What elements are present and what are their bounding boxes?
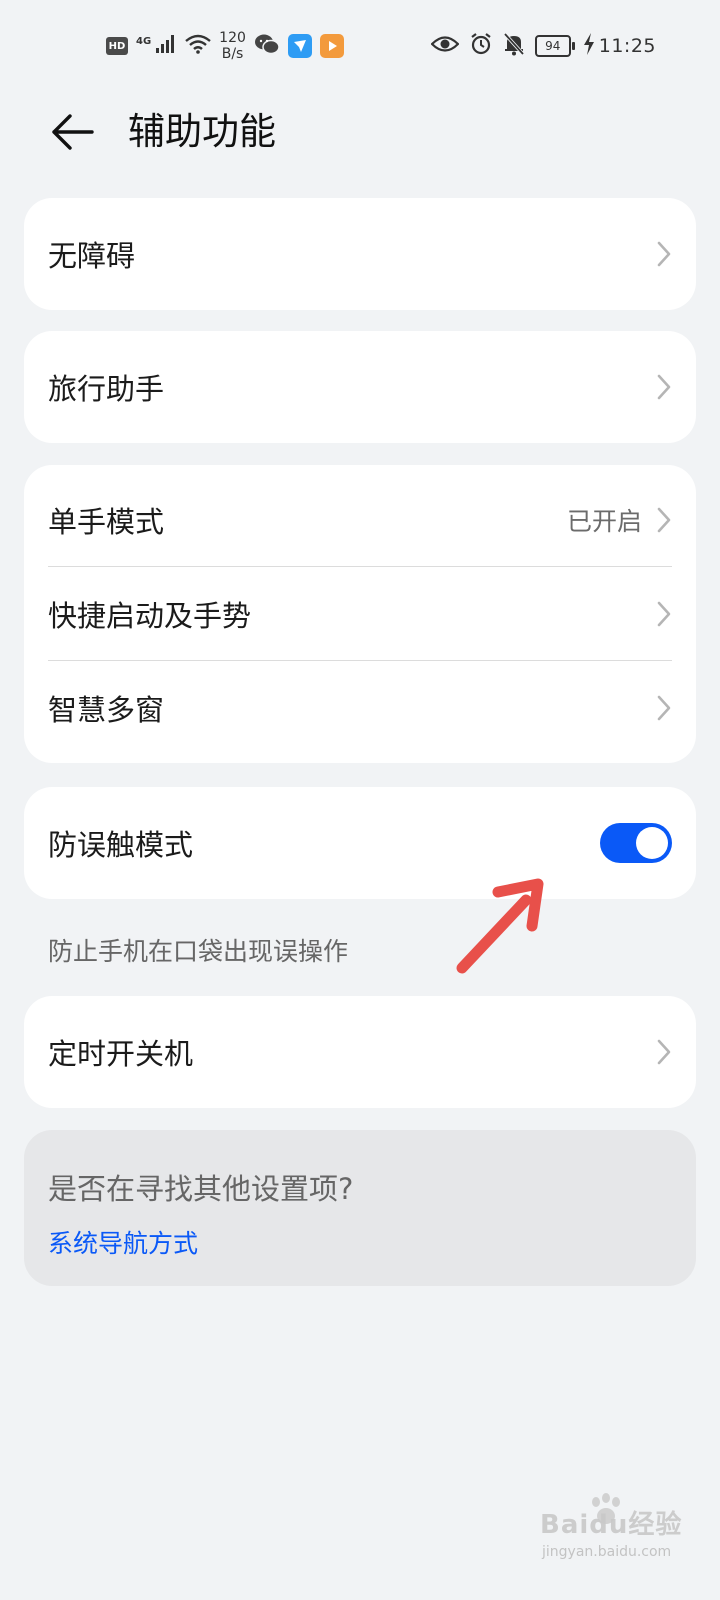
- status-bar: HD 4G 120 B/s 94 11:25: [0, 0, 720, 92]
- hd-badge: HD: [106, 37, 128, 55]
- signal-icon: [155, 34, 177, 58]
- status-bar-left: HD 4G 120 B/s: [106, 28, 344, 64]
- chevron-right-icon: [656, 506, 672, 534]
- speed-unit: B/s: [221, 46, 244, 62]
- system-navigation-link[interactable]: 系统导航方式: [48, 1224, 198, 1260]
- chevron-right-icon: [656, 600, 672, 628]
- speed-value: 120: [219, 30, 246, 46]
- status-value: 已开启: [566, 507, 642, 536]
- charging-icon: [583, 33, 595, 59]
- card-gesture-group: 单手模式 已开启 快捷启动及手势 智慧多窗: [24, 465, 696, 763]
- chevron-right-icon: [656, 240, 672, 268]
- card-suggestions: 是否在寻找其他设置项? 系统导航方式: [24, 1130, 696, 1286]
- chevron-right-icon: [656, 1038, 672, 1066]
- clock-time: 11:25: [598, 35, 656, 57]
- network-speed: 120 B/s: [219, 30, 246, 62]
- watermark-brand: Baidu经验: [540, 1510, 683, 1540]
- alarm-icon: [469, 32, 493, 60]
- video-app-icon: [319, 34, 344, 58]
- network-type: 4G: [136, 35, 152, 47]
- row-travel-assistant[interactable]: 旅行助手: [24, 331, 696, 443]
- row-label: 无障碍: [48, 239, 136, 273]
- row-label: 单手模式: [48, 505, 165, 539]
- row-label: 定时开关机: [48, 1037, 194, 1071]
- watermark-url: jingyan.baidu.com: [542, 1544, 672, 1560]
- annotation-arrow-icon: [456, 878, 544, 974]
- card-pocket-mode: 防误触模式: [24, 787, 696, 899]
- row-pocket-mode: 防误触模式: [24, 787, 696, 899]
- row-shortcuts-gestures[interactable]: 快捷启动及手势: [24, 567, 696, 661]
- wechat-icon: [254, 33, 280, 59]
- pocket-mode-toggle[interactable]: [600, 823, 672, 863]
- row-multi-window[interactable]: 智慧多窗: [24, 661, 696, 755]
- arrow-left-icon: [52, 114, 94, 150]
- row-accessibility[interactable]: 无障碍: [24, 198, 696, 310]
- baidu-watermark: Baidu经验 jingyan.baidu.com: [540, 1493, 700, 1580]
- mute-bell-icon: [503, 32, 525, 60]
- battery-indicator: 94: [534, 35, 575, 57]
- chevron-right-icon: [656, 694, 672, 722]
- row-schedule-power[interactable]: 定时开关机: [24, 996, 696, 1108]
- row-one-hand-mode[interactable]: 单手模式 已开启: [24, 473, 696, 567]
- suggestion-title: 是否在寻找其他设置项?: [48, 1172, 354, 1206]
- row-label: 防误触模式: [48, 828, 194, 862]
- row-label: 智慧多窗: [48, 693, 165, 727]
- row-label: 快捷启动及手势: [48, 599, 252, 633]
- back-button[interactable]: [46, 106, 98, 158]
- wifi-icon: [185, 34, 211, 58]
- row-label: 旅行助手: [48, 372, 165, 406]
- toggle-knob: [636, 827, 668, 859]
- status-bar-right: 94 11:25: [430, 28, 656, 64]
- chevron-right-icon: [656, 373, 672, 401]
- page-header: 辅助功能: [0, 92, 720, 172]
- eye-comfort-icon: [430, 35, 460, 57]
- pocket-mode-caption: 防止手机在口袋出现误操作: [48, 937, 349, 966]
- feishu-icon: [287, 34, 312, 58]
- card-schedule-power: 定时开关机: [24, 996, 696, 1108]
- card-accessibility: 无障碍: [24, 198, 696, 310]
- page-title: 辅助功能: [128, 110, 276, 153]
- card-travel-assistant: 旅行助手: [24, 331, 696, 443]
